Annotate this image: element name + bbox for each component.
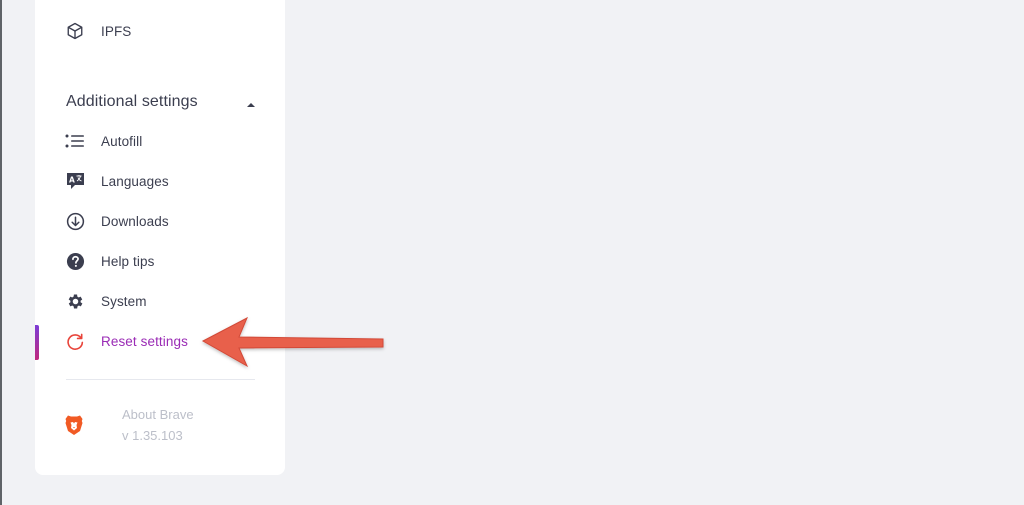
sidebar-item-label: IPFS [101,23,132,39]
section-title: Additional settings [66,93,198,110]
divider [66,379,255,380]
additional-settings-toggle[interactable]: Additional settings [66,90,256,114]
settings-sidebar: IPFS Additional settings Autofill A Lang… [35,0,285,475]
about-title: About Brave [122,407,194,422]
sidebar-item-label: Downloads [101,213,169,229]
reset-icon [65,331,85,351]
about-brave-link[interactable]: About Brave v 1.35.103 [64,404,264,449]
annotation-arrow-icon [201,316,384,368]
caret-up-icon [246,97,256,107]
sidebar-item-downloads[interactable]: Downloads [35,201,285,241]
sidebar-item-languages[interactable]: A Languages [35,161,285,201]
cube-icon [65,21,85,41]
sidebar-item-label: Languages [101,173,169,189]
sidebar-item-autofill[interactable]: Autofill [35,121,285,161]
sidebar-item-ipfs[interactable]: IPFS [35,11,285,51]
svg-text:A: A [69,176,75,185]
active-indicator [35,325,39,360]
download-icon [65,211,85,231]
help-icon [65,251,85,271]
version-text: v 1.35.103 [122,428,183,443]
sidebar-item-label: Reset settings [101,333,188,349]
sidebar-item-label: System [101,293,147,309]
gear-icon [65,291,85,311]
sidebar-item-label: Autofill [101,133,143,149]
window-left-edge [0,0,2,505]
sidebar-item-help-tips[interactable]: Help tips [35,241,285,281]
brave-lion-icon [64,414,84,436]
language-icon: A [65,171,85,191]
sidebar-item-label: Help tips [101,253,155,269]
list-icon [65,131,85,151]
